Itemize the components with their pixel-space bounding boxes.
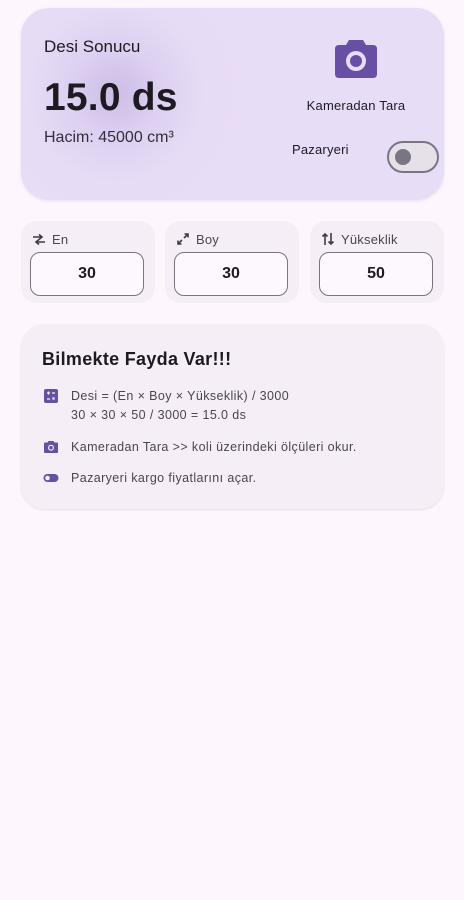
swap-vert-icon: [321, 232, 335, 246]
diagonal-arrows-icon: [177, 233, 189, 245]
swap-horiz-icon: [33, 233, 45, 246]
height-card: Yükseklik: [310, 221, 444, 303]
camera-scan-label: Kameradan Tara: [306, 98, 406, 113]
marketplace-toggle[interactable]: [387, 141, 439, 173]
length-label: Boy: [196, 231, 220, 247]
camera-tip-row: Kameradan Tara >> koli üzerindeki ölçüle…: [43, 438, 357, 457]
desi-value: 15.0 ds: [44, 76, 178, 119]
height-label: Yükseklik: [341, 231, 398, 247]
toggle-icon: [43, 474, 59, 482]
formula-row: Desi = (En × Boy × Yükseklik) / 3000 30 …: [43, 387, 289, 425]
width-label: En: [52, 231, 69, 247]
info-card: Bilmekte Fayda Var!!! Desi = (En × Boy ×…: [21, 324, 444, 509]
formula-example: 30 × 30 × 50 / 3000 = 15.0 ds: [71, 408, 247, 422]
length-input[interactable]: [174, 252, 288, 296]
height-input[interactable]: [319, 252, 433, 296]
market-tip-row: Pazaryeri kargo fiyatlarını açar.: [43, 469, 257, 488]
camera-tip-text: Kameradan Tara >> koli üzerindeki ölçüle…: [71, 440, 357, 454]
volume-text: Hacim: 45000 cm³: [44, 129, 174, 146]
width-card: En: [21, 221, 155, 303]
result-title: Desi Sonucu: [44, 37, 141, 56]
calculator-icon: [44, 389, 58, 403]
width-input[interactable]: [30, 252, 144, 296]
camera-scan-button[interactable]: Kameradan Tara: [291, 32, 421, 120]
info-title: Bilmekte Fayda Var!!!: [42, 349, 232, 369]
market-tip-text: Pazaryeri kargo fiyatlarını açar.: [71, 471, 257, 485]
camera-icon: [335, 40, 377, 78]
camera-icon: [44, 441, 58, 453]
length-card: Boy: [165, 221, 299, 303]
formula-text: Desi = (En × Boy × Yükseklik) / 3000: [71, 389, 290, 403]
result-card: Desi Sonucu 15.0 ds Hacim: 45000 cm³ Kam…: [21, 8, 444, 200]
toggle-knob: [395, 149, 411, 165]
marketplace-label: Pazaryeri: [292, 142, 349, 157]
